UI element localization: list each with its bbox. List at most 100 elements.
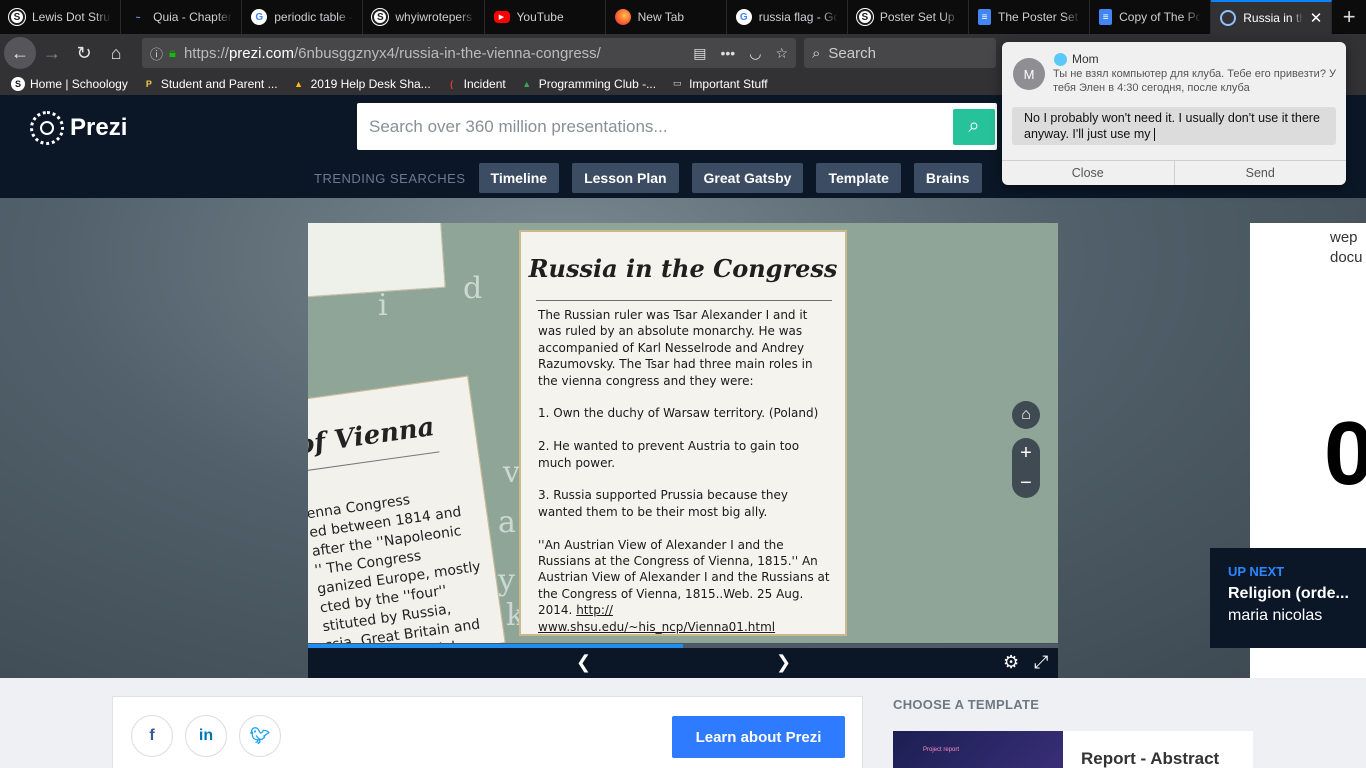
bookmark-incident[interactable]: (Incident (445, 77, 506, 91)
home-view-button[interactable]: ⌂ (1012, 401, 1040, 429)
linkedin-icon: in (198, 727, 214, 744)
citation-link[interactable]: http://www.shsu.edu/~his_ncp/Vienna01.ht… (538, 603, 775, 633)
home-icon: ⌂ (1021, 406, 1031, 423)
notification-actions: Close Send (1002, 160, 1346, 185)
presentation-canvas[interactable]: d i r e v a y k of Vienna enna Congress … (308, 223, 1058, 643)
decorative-letter: y (498, 563, 515, 598)
tab-title: New Tab (637, 10, 685, 24)
zoom-controls: + − (1012, 438, 1040, 498)
trend-tag-lesson-plan[interactable]: Lesson Plan (572, 163, 679, 193)
trend-tag-template[interactable]: Template (816, 163, 901, 193)
learn-about-prezi-button[interactable]: Learn about Prezi (672, 716, 845, 758)
citation-link-line1: http:// (576, 603, 613, 618)
chevron-right-icon: ❯ (776, 652, 792, 672)
reader-view-icon[interactable]: ▤ (693, 45, 706, 62)
bookmark-help-desk[interactable]: ▲ 2019 Help Desk Sha... (292, 77, 431, 91)
bookmark-schoology[interactable]: S Home | Schoology (11, 76, 128, 91)
forward-button[interactable]: → (36, 37, 68, 69)
progress-track[interactable] (308, 644, 1058, 648)
slide-card-vienna: of Vienna enna Congress ed between 1814 … (308, 375, 506, 643)
template-card[interactable]: Project report Report - Abstract (893, 731, 1253, 768)
tab-new-tab[interactable]: New Tab (606, 0, 727, 34)
info-icon[interactable]: ⓘ (150, 44, 163, 63)
new-tab-button[interactable]: + (1332, 0, 1366, 34)
page-bottom: f in 🐦︎ Learn about Prezi CHOOSE A TEMPL… (0, 678, 1366, 768)
tab-title: Lewis Dot Struc (32, 10, 112, 24)
reload-button[interactable]: ↻ (68, 37, 100, 69)
bookmark-label: Home | Schoology (30, 76, 128, 91)
tab-title: Russia in the (1243, 11, 1303, 25)
prezi-search-input[interactable] (357, 103, 953, 150)
close-button[interactable]: Close (1002, 161, 1174, 185)
tab-lewis-dot[interactable]: S Lewis Dot Struc (0, 0, 122, 34)
player-controls: ❮ ❯ ⚙ ⤢ (308, 644, 1058, 678)
url-bar[interactable]: ⓘ 🔒︎ https://prezi.com/6nbusggznyx4/russ… (142, 38, 796, 68)
bookmark-folder-important[interactable]: ▭ Important Stuff (670, 77, 768, 91)
slide-paragraph: 1. Own the duchy of Warsaw territory. (P… (538, 406, 819, 421)
up-next-card[interactable]: UP NEXT Religion (orde... maria nicolas (1210, 548, 1366, 648)
arrow-right-icon: → (43, 42, 61, 63)
tab-title: russia flag - Go (758, 10, 838, 24)
parentvue-icon: P (145, 78, 152, 89)
messages-app-icon (1054, 52, 1067, 66)
fullscreen-icon: ⤢ (1034, 652, 1049, 672)
home-button[interactable]: ⌂ (100, 37, 132, 69)
tab-copy-of-poster[interactable]: ≡ Copy of The Po (1090, 0, 1212, 34)
send-button[interactable]: Send (1173, 161, 1347, 185)
bookmark-star-icon[interactable]: ☆ (775, 45, 788, 62)
schoology-icon: S (372, 9, 389, 25)
prezi-logo[interactable]: Prezi (30, 111, 127, 145)
decorative-letter: i (378, 288, 388, 323)
more-actions-icon[interactable]: ••• (721, 45, 736, 62)
prezi-search-button[interactable]: ⌕ (953, 108, 995, 145)
decorative-letter: a (498, 505, 516, 540)
citation-link-line2: www.shsu.edu/~his_ncp/Vienna01.html (538, 619, 776, 634)
tab-youtube[interactable]: ▶ YouTube (485, 0, 606, 34)
lock-icon[interactable]: 🔒︎ (169, 45, 176, 61)
google-icon: G (251, 9, 268, 25)
tab-periodic-table[interactable]: Gperiodic table - (242, 0, 364, 34)
facebook-share-button[interactable]: f (131, 715, 173, 757)
next-step-button[interactable]: ❯ (776, 652, 791, 673)
settings-button[interactable]: ⚙ (1003, 652, 1019, 673)
tab-quia[interactable]: ~ Quia - Chapter (121, 0, 243, 34)
docs-icon: ≡ (978, 9, 991, 25)
bookmark-student-parent[interactable]: P Student and Parent ... (142, 77, 278, 91)
template-thumbnail: Project report (893, 731, 1063, 768)
tab-russia-flag[interactable]: Grussia flag - Go (727, 0, 848, 34)
tab-title: The Poster Set (998, 10, 1079, 24)
trend-tag-timeline[interactable]: Timeline (478, 163, 560, 193)
tab-whyiwrote[interactable]: Swhyiwrotepers (363, 0, 485, 34)
minus-icon: − (1020, 471, 1032, 494)
browser-search-bar[interactable]: ⌕ Search (804, 38, 996, 68)
fullscreen-button[interactable]: ⤢ (1034, 652, 1048, 673)
tab-title: Copy of The Po (1119, 10, 1202, 24)
tab-poster-setup[interactable]: S Poster Set Up | (848, 0, 969, 34)
slide-title: Russia in the Congress (528, 254, 838, 283)
google-icon: G (735, 9, 752, 25)
tab-russia-prezi[interactable]: Russia in the ✕ (1211, 0, 1333, 34)
previous-step-button[interactable]: ❮ (576, 652, 591, 673)
bookmark-programming-club[interactable]: ▲ Programming Club -... (520, 77, 656, 91)
arrow-left-icon: ← (11, 42, 29, 63)
zoom-in-button[interactable]: + (1012, 438, 1040, 468)
reply-input[interactable]: No I probably won't need it. I usually d… (1012, 107, 1336, 145)
zoom-out-button[interactable]: − (1012, 468, 1040, 498)
trend-tag-brains[interactable]: Brains (913, 163, 982, 193)
close-tab-icon[interactable]: ✕ (1310, 9, 1323, 27)
template-name: Report - Abstract (1081, 749, 1220, 768)
twitter-share-button[interactable]: 🐦︎ (239, 715, 281, 757)
tab-title: whyiwrotepers (395, 10, 473, 24)
bookmark-label: Student and Parent ... (160, 76, 278, 91)
back-button[interactable]: ← (4, 37, 36, 69)
prezi-logo-text: Prezi (70, 114, 128, 141)
trend-tag-great-gatsby[interactable]: Great Gatsby (691, 163, 804, 193)
pocket-icon[interactable]: ◡ (749, 45, 761, 62)
twitter-icon: 🐦︎ (249, 728, 271, 745)
linkedin-share-button[interactable]: in (185, 715, 227, 757)
bookmark-label: Incident (463, 76, 506, 91)
slide-card-russia: Russia in the Congress The Russian ruler… (519, 230, 847, 636)
chevron-left-icon: ❮ (576, 652, 592, 672)
trending-searches: TRENDING SEARCHES Timeline Lesson Plan G… (314, 163, 982, 193)
tab-poster-set[interactable]: ≡ The Poster Set (969, 0, 1091, 34)
